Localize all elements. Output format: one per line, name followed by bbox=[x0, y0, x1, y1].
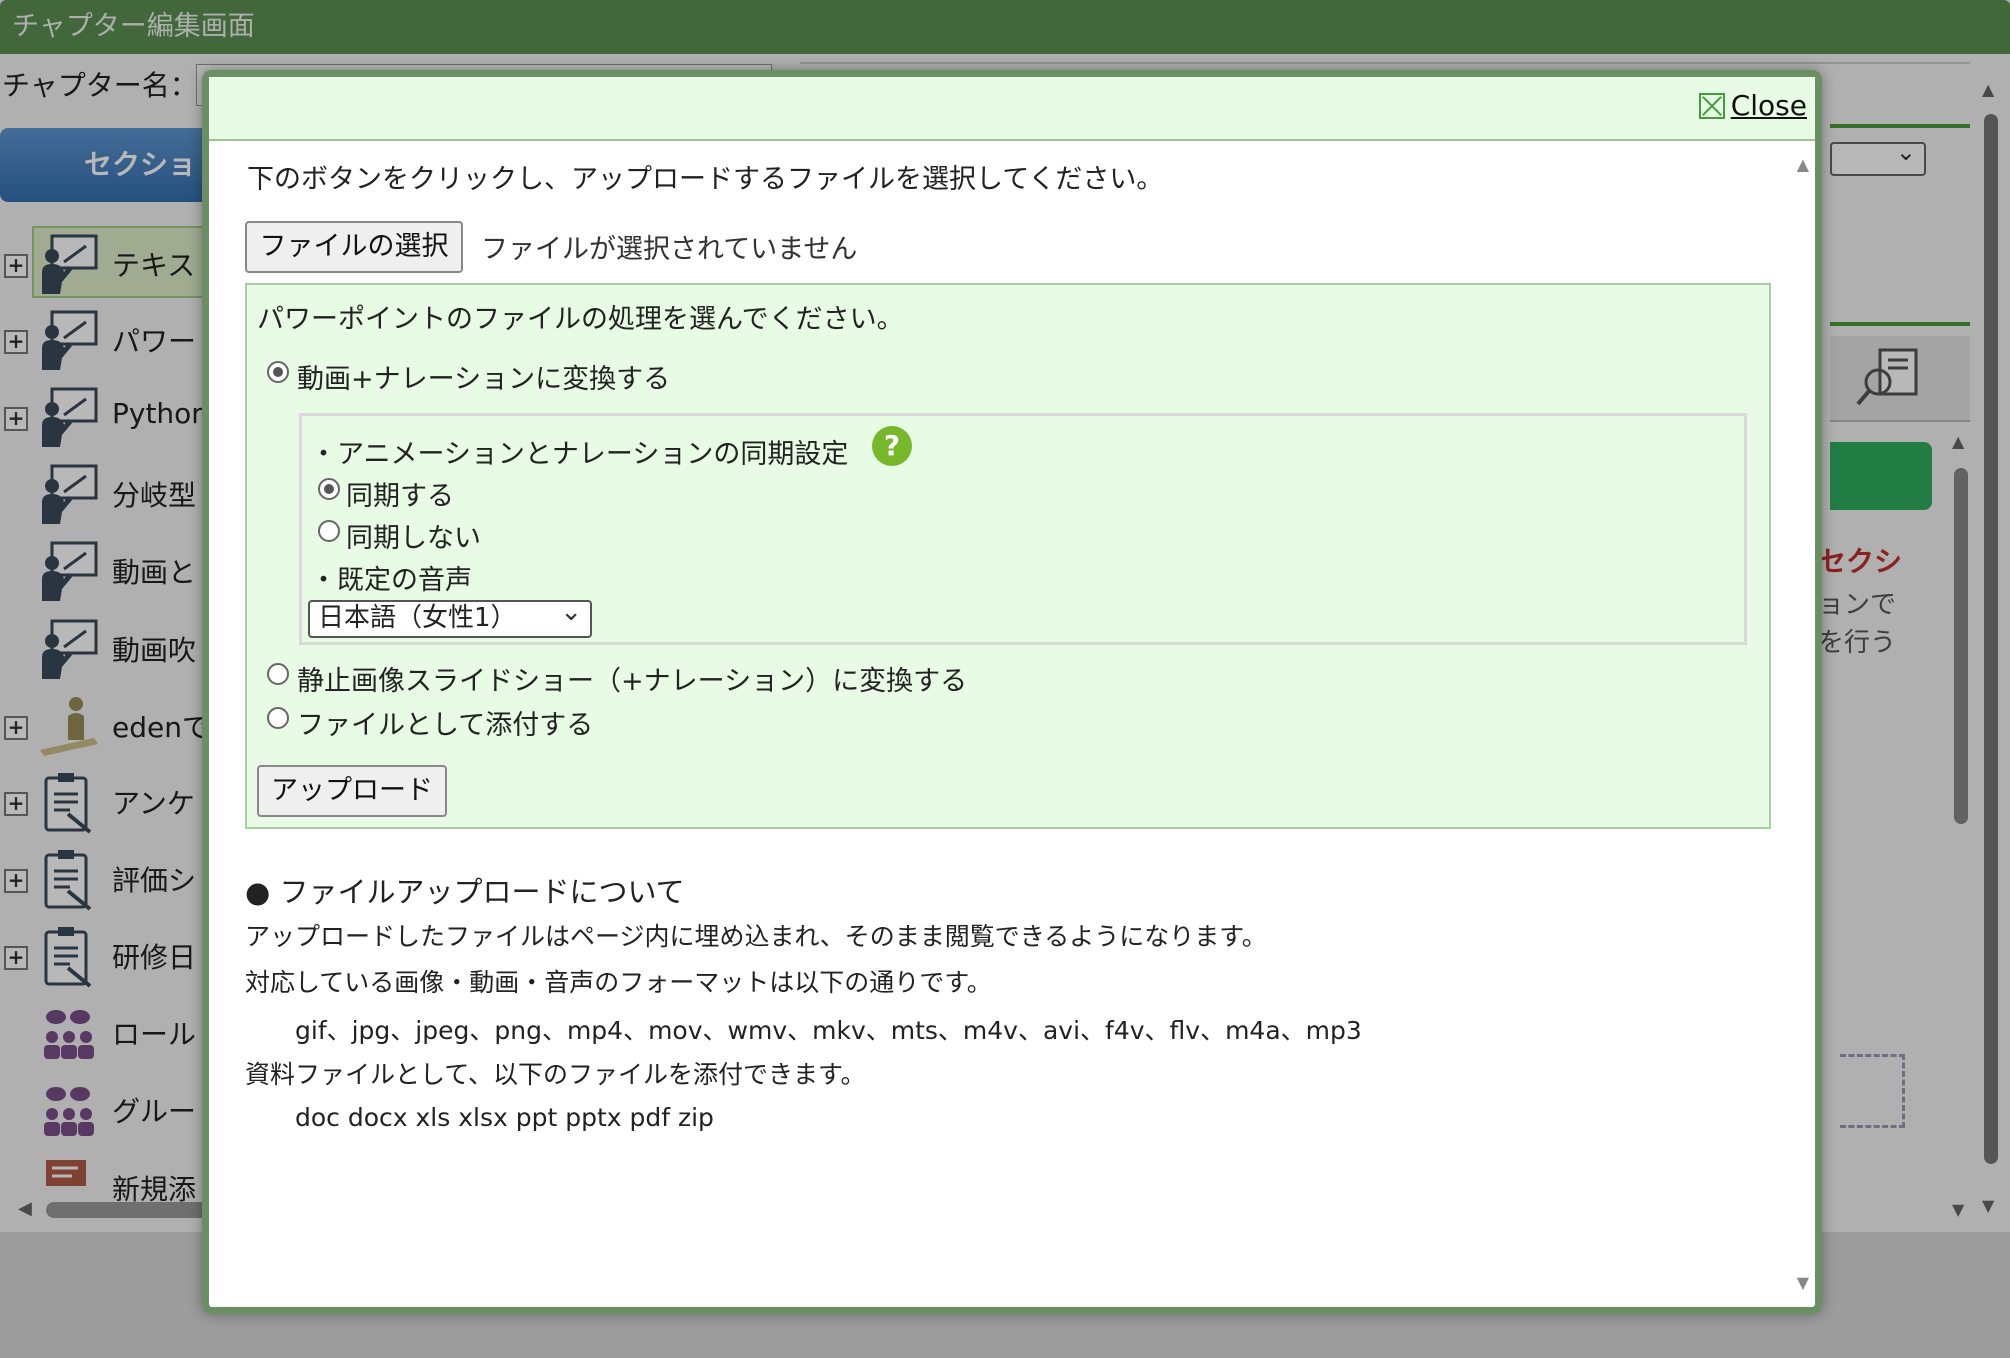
sync-settings-title: ・アニメーションとナレーションの同期設定 bbox=[310, 439, 849, 470]
attach-file-label[interactable]: ファイルとして添付する bbox=[297, 703, 593, 742]
upload-info-text: 対応している画像・動画・音声のフォーマットは以下の通りです。 bbox=[245, 968, 992, 997]
convert-video-label[interactable]: 動画+ナレーションに変換する bbox=[297, 357, 670, 396]
default-voice-select[interactable]: 日本語（女性1） ⌄ bbox=[308, 597, 592, 638]
sync-on-label[interactable]: 同期する bbox=[346, 474, 454, 513]
convert-slideshow-radio[interactable] bbox=[267, 663, 289, 685]
powerpoint-options-title: パワーポイントのファイルの処理を選んでください。 bbox=[257, 304, 904, 335]
upload-info-text: アップロードしたファイルはページ内に埋め込まれ、そのまま閲覧できるようになります… bbox=[245, 922, 1267, 951]
scroll-down-arrow-icon[interactable]: ▼ bbox=[1797, 1273, 1809, 1292]
close-label[interactable]: Close bbox=[1731, 89, 1807, 122]
close-button[interactable]: Close bbox=[1698, 89, 1807, 122]
upload-button[interactable]: アップロード bbox=[257, 765, 447, 817]
media-formats-list: gif、jpg、jpeg、png、mp4、mov、wmv、mkv、mts、m4v… bbox=[295, 1016, 1362, 1045]
upload-instruction: 下のボタンをクリックし、アップロードするファイルを選択してください。 bbox=[247, 164, 1164, 195]
sync-on-radio[interactable] bbox=[318, 478, 340, 500]
convert-video-radio[interactable] bbox=[267, 361, 289, 383]
close-icon[interactable] bbox=[1698, 92, 1725, 119]
upload-info-title: ● ファイルアップロードについて bbox=[245, 875, 685, 909]
sync-off-radio[interactable] bbox=[318, 520, 340, 542]
document-formats-list: doc docx xls xlsx ppt pptx pdf zip bbox=[295, 1103, 714, 1132]
chevron-down-icon: ⌄ bbox=[560, 597, 582, 627]
scroll-up-arrow-icon[interactable]: ▲ bbox=[1797, 155, 1809, 174]
choose-file-button[interactable]: ファイルの選択 bbox=[245, 221, 463, 273]
powerpoint-options-panel: パワーポイントのファイルの処理を選んでください。 動画+ナレーションに変換する … bbox=[245, 283, 1771, 829]
upload-info-text: 資料ファイルとして、以下のファイルを添付できます。 bbox=[245, 1060, 866, 1089]
convert-slideshow-label[interactable]: 静止画像スライドショー（+ナレーション）に変換する bbox=[297, 659, 967, 698]
sync-off-label[interactable]: 同期しない bbox=[346, 516, 481, 555]
attach-file-radio[interactable] bbox=[267, 707, 289, 729]
default-voice-title: ・既定の音声 bbox=[310, 565, 472, 596]
help-icon[interactable]: ? bbox=[872, 426, 912, 466]
file-status-text: ファイルが選択されていません bbox=[481, 234, 858, 265]
default-voice-value: 日本語（女性1） bbox=[318, 603, 517, 633]
dialog-header: Close bbox=[209, 77, 1815, 141]
sync-settings-box: ・アニメーションとナレーションの同期設定 ? 同期する 同期しない ・既定の音声… bbox=[299, 413, 1747, 645]
upload-dialog: Close ▲ ▼ 下のボタンをクリックし、アップロードするファイルを選択してく… bbox=[202, 70, 1822, 1314]
